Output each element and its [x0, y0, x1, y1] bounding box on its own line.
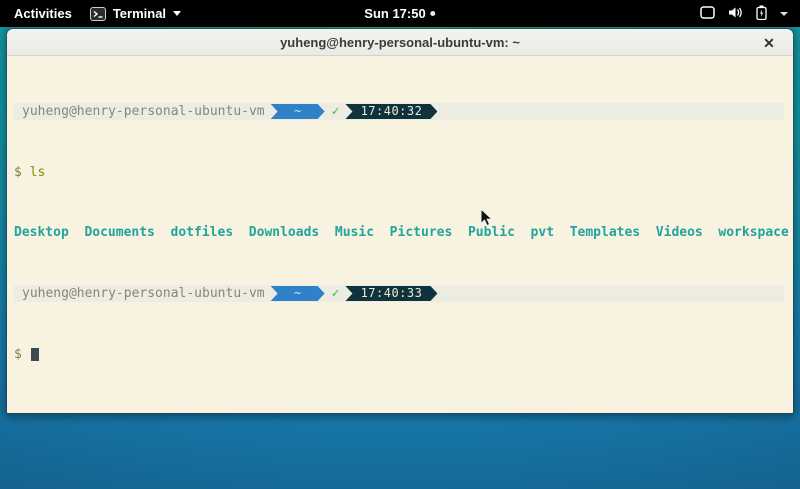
clock-label: Sun 17:50 — [364, 6, 425, 21]
screen-icon — [700, 6, 715, 22]
prompt-path-segment: ~ — [271, 104, 325, 119]
shell-prompt-symbol: $ — [14, 347, 22, 362]
close-icon[interactable]: ✕ — [759, 33, 779, 53]
top-bar-left: Activities Terminal — [0, 6, 181, 21]
mouse-cursor-icon — [480, 208, 493, 232]
directory-listing: Desktop Documents dotfiles Downloads Mus… — [14, 225, 789, 240]
prompt-status-check: ✓ — [332, 104, 340, 119]
prompt-path-segment: ~ — [271, 286, 325, 301]
notification-dot-icon — [431, 11, 436, 16]
window-titlebar[interactable]: yuheng@henry-personal-ubuntu-vm: ~ ✕ — [7, 29, 793, 56]
terminal-window: yuheng@henry-personal-ubuntu-vm: ~ ✕ yuh… — [6, 28, 794, 414]
activities-button[interactable]: Activities — [10, 6, 76, 21]
system-status-area[interactable] — [700, 0, 792, 27]
command-line: $ ls — [14, 165, 793, 180]
desktop-wallpaper: Activities Terminal Sun 17:50 — [0, 0, 800, 489]
clock-button[interactable]: Sun 17:50 — [364, 0, 435, 27]
app-menu-button[interactable]: Terminal — [90, 6, 181, 21]
prompt-line-1: yuheng@henry-personal-ubuntu-vm ~ ✓ 17:4… — [14, 103, 784, 120]
gnome-top-bar: Activities Terminal Sun 17:50 — [0, 0, 800, 27]
prompt-time-badge: 17:40:33 — [345, 286, 437, 301]
input-line[interactable]: $ — [14, 347, 793, 362]
terminal-app-icon — [90, 7, 106, 21]
ls-output-line: Desktop Documents dotfiles Downloads Mus… — [14, 225, 793, 240]
command-text: ls — [30, 165, 46, 180]
window-title: yuheng@henry-personal-ubuntu-vm: ~ — [280, 35, 520, 50]
chevron-down-icon — [780, 12, 788, 16]
prompt-user-host: yuheng@henry-personal-ubuntu-vm — [22, 286, 265, 301]
chevron-down-icon — [173, 11, 181, 16]
volume-icon — [728, 6, 743, 22]
terminal-output[interactable]: yuheng@henry-personal-ubuntu-vm ~ ✓ 17:4… — [7, 56, 793, 413]
terminal-cursor — [31, 348, 39, 361]
prompt-status-check: ✓ — [332, 286, 340, 301]
shell-prompt-symbol: $ — [14, 165, 22, 180]
prompt-line-2: yuheng@henry-personal-ubuntu-vm ~ ✓ 17:4… — [14, 285, 784, 302]
prompt-time-badge: 17:40:32 — [345, 104, 437, 119]
battery-charging-icon — [756, 5, 767, 23]
app-menu-label: Terminal — [113, 6, 166, 21]
prompt-user-host: yuheng@henry-personal-ubuntu-vm — [22, 104, 265, 119]
